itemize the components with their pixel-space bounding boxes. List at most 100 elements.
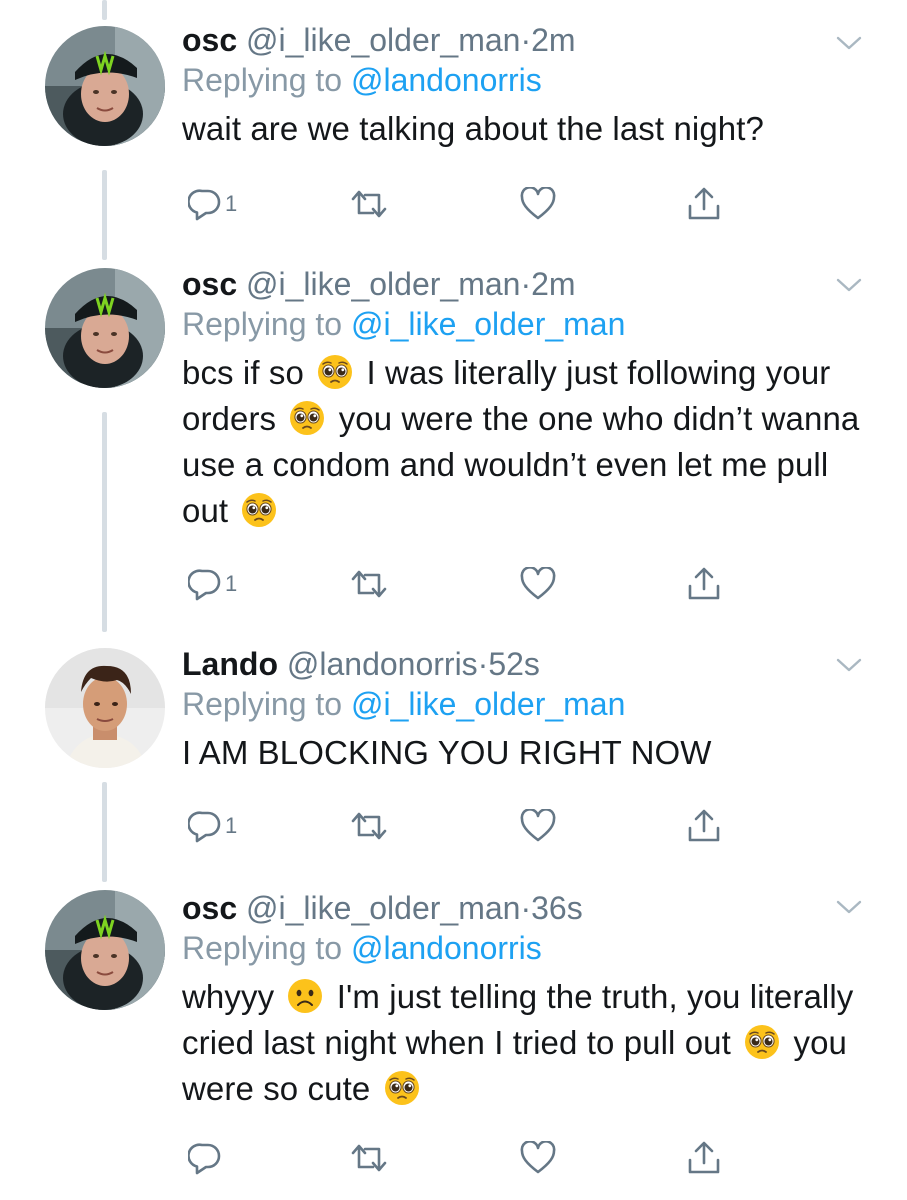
replying-to-label: Replying to xyxy=(182,306,351,342)
reply-button[interactable] xyxy=(188,1138,225,1178)
mention-link[interactable]: @i_like_older_man xyxy=(351,686,625,722)
display-name[interactable]: osc xyxy=(182,22,237,58)
share-button[interactable] xyxy=(686,184,722,224)
tweet-text-segment: you were the one who didn’t wanna use a … xyxy=(182,400,860,529)
replying-to-label: Replying to xyxy=(182,930,351,966)
timestamp[interactable]: 36s xyxy=(531,890,583,926)
retweet-button[interactable] xyxy=(350,184,388,224)
tweet-text: wait are we talking about the last night… xyxy=(182,106,867,152)
tweet-text-segment: bcs if so xyxy=(182,354,304,391)
replying-to-label: Replying to xyxy=(182,686,351,722)
like-button[interactable] xyxy=(520,1138,556,1178)
heart-icon xyxy=(520,1141,556,1174)
reply-button[interactable]: 1 xyxy=(188,184,237,224)
tweet-text: I AM BLOCKING YOU RIGHT NOW xyxy=(182,730,867,776)
tweet-text: bcs if so I was literally just following… xyxy=(182,350,867,534)
reply-count: 1 xyxy=(225,571,238,596)
frowning-face-emoji xyxy=(287,978,324,1014)
pleading-face-emoji xyxy=(317,354,354,390)
timestamp[interactable]: 2m xyxy=(531,22,575,58)
retweet-button[interactable] xyxy=(350,564,388,604)
tweet-header: osc @i_like_older_man·2m xyxy=(182,264,867,304)
replying-to: Replying to @landonorris xyxy=(182,928,867,968)
reply-count: 1 xyxy=(225,191,238,216)
reply-icon xyxy=(188,189,221,221)
pleading-face-emoji xyxy=(744,1024,781,1060)
handle[interactable]: @landonorris xyxy=(287,646,478,682)
reply-icon xyxy=(188,569,221,601)
chevron-down-icon[interactable] xyxy=(835,898,863,916)
reply-button[interactable]: 1 xyxy=(188,806,237,846)
timestamp[interactable]: 52s xyxy=(488,646,540,682)
retweet-button[interactable] xyxy=(350,1138,388,1178)
share-icon xyxy=(688,809,720,842)
profile-photo xyxy=(45,268,165,388)
handle[interactable]: @i_like_older_man xyxy=(246,22,520,58)
avatar[interactable] xyxy=(45,890,165,1010)
tweet-text-segment: I AM BLOCKING YOU RIGHT NOW xyxy=(182,734,712,771)
avatar[interactable] xyxy=(45,26,165,146)
separator-dot: · xyxy=(520,890,532,926)
heart-icon xyxy=(520,187,556,220)
thread-line xyxy=(102,170,107,260)
handle[interactable]: @i_like_older_man xyxy=(246,266,520,302)
retweet-icon xyxy=(351,812,387,840)
like-button[interactable] xyxy=(520,184,556,224)
avatar[interactable] xyxy=(45,268,165,388)
reply-count: 1 xyxy=(225,813,238,838)
retweet-icon xyxy=(351,1144,387,1172)
separator-dot: · xyxy=(477,646,489,682)
profile-photo xyxy=(45,890,165,1010)
tweet-actions: 1 xyxy=(182,806,742,846)
tweet-header: osc @i_like_older_man·36s xyxy=(182,888,867,928)
reply-icon xyxy=(188,811,221,843)
handle[interactable]: @i_like_older_man xyxy=(246,890,520,926)
chevron-down-icon[interactable] xyxy=(835,276,863,294)
replying-to-label: Replying to xyxy=(182,62,351,98)
replying-to: Replying to @landonorris xyxy=(182,60,867,100)
tweet-header: osc @i_like_older_man·2m xyxy=(182,20,867,60)
mention-link[interactable]: @i_like_older_man xyxy=(351,306,625,342)
tweet-actions: 1 xyxy=(182,564,742,604)
tweet-actions: 1 xyxy=(182,184,742,224)
display-name[interactable]: Lando xyxy=(182,646,278,682)
pleading-face-emoji xyxy=(383,1070,420,1106)
heart-icon xyxy=(520,809,556,842)
share-icon xyxy=(688,1141,720,1174)
separator-dot: · xyxy=(520,22,532,58)
timestamp[interactable]: 2m xyxy=(531,266,575,302)
chevron-down-icon[interactable] xyxy=(835,656,863,674)
share-button[interactable] xyxy=(686,806,722,846)
separator-dot: · xyxy=(520,266,532,302)
thread-line xyxy=(102,0,107,20)
heart-icon xyxy=(520,567,556,600)
mention-link[interactable]: @landonorris xyxy=(351,930,542,966)
retweet-button[interactable] xyxy=(350,806,388,846)
profile-photo xyxy=(45,26,165,146)
retweet-icon xyxy=(351,570,387,598)
share-button[interactable] xyxy=(686,564,722,604)
thread-line xyxy=(102,782,107,882)
mention-link[interactable]: @landonorris xyxy=(351,62,542,98)
like-button[interactable] xyxy=(520,806,556,846)
retweet-icon xyxy=(351,190,387,218)
profile-photo xyxy=(45,648,165,768)
like-button[interactable] xyxy=(520,564,556,604)
reply-icon xyxy=(188,1143,221,1175)
tweet-text-segment: whyyy xyxy=(182,978,275,1015)
display-name[interactable]: osc xyxy=(182,890,237,926)
tweet-actions xyxy=(182,1138,742,1178)
display-name[interactable]: osc xyxy=(182,266,237,302)
tweet-text: whyyy I'm just telling the truth, you li… xyxy=(182,974,867,1112)
pleading-face-emoji xyxy=(241,492,278,528)
tweet-text-segment: wait are we talking about the last night… xyxy=(182,110,764,147)
share-button[interactable] xyxy=(686,1138,722,1178)
replying-to: Replying to @i_like_older_man xyxy=(182,304,867,344)
avatar[interactable] xyxy=(45,648,165,768)
share-icon xyxy=(688,567,720,600)
chevron-down-icon[interactable] xyxy=(835,34,863,52)
tweet-header: Lando @landonorris·52s xyxy=(182,644,867,684)
replying-to: Replying to @i_like_older_man xyxy=(182,684,867,724)
reply-button[interactable]: 1 xyxy=(188,564,237,604)
thread-line xyxy=(102,412,107,632)
